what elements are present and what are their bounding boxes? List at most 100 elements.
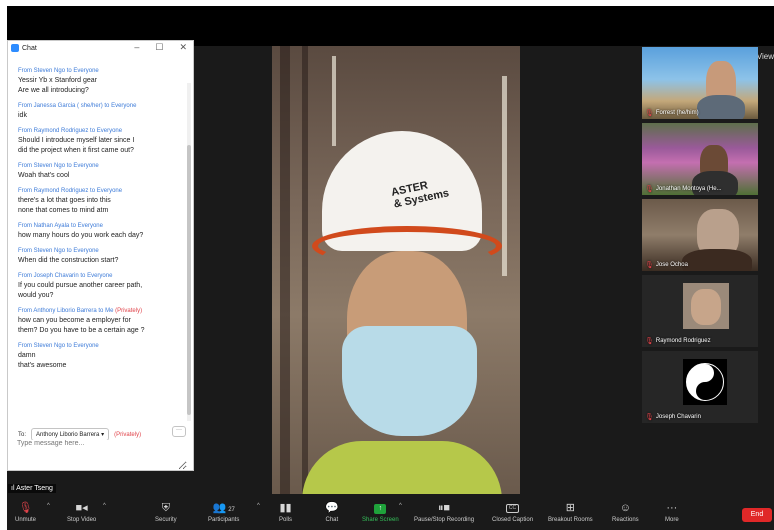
end-meeting-button[interactable]: End (742, 508, 772, 522)
recipient-name: Anthony Liborio Barrera (36, 432, 100, 438)
chat-message-header: From Steven Ngo to Everyone (18, 67, 186, 76)
message-sender: Anthony Liborio Barrera (33, 308, 97, 314)
scaffold-bar (280, 46, 290, 494)
chat-message: From Steven Ngo to Everyone When did the … (18, 247, 186, 266)
participant-tile[interactable]: 🎙 Forrest (he/him) (642, 47, 758, 119)
message-sender: Janessa Garcia ( she/her) (33, 103, 103, 109)
share-screen-label: Share Screen (362, 517, 399, 523)
message-sender: Raymond Rodriguez (33, 188, 89, 194)
chat-message-header: From Steven Ngo to Everyone (18, 162, 186, 171)
breakout-rooms-button[interactable]: ⊞ Breakout Rooms (548, 500, 593, 523)
unmute-button[interactable]: 🎙 Unmute (15, 500, 36, 523)
view-label: View (756, 52, 774, 61)
mic-muted-icon: 🎙 (645, 338, 654, 345)
participants-caret[interactable]: ^ (257, 503, 260, 509)
chat-message-text: did the project when it first came out? (18, 147, 134, 154)
minimize-icon[interactable]: – (134, 42, 139, 53)
message-recipient: Everyone (77, 223, 103, 229)
close-icon[interactable]: ✕ (179, 42, 187, 53)
reactions-button[interactable]: ☺ Reactions (612, 500, 639, 523)
message-sender: Raymond Rodriguez (33, 128, 89, 134)
message-recipient: Everyone (96, 128, 123, 134)
chat-message-header: From Anthony Liborio Barrera to Me (Priv… (18, 307, 186, 316)
privately-label: (Privately) (114, 431, 142, 438)
participant-tile[interactable]: 🎙 Raymond Rodriguez (642, 275, 758, 347)
participants-button[interactable]: 👥 27 Participants (208, 500, 239, 523)
chat-message-text: there's a lot that goes into this (18, 197, 111, 204)
chat-message-header: From Nathan Ayala to Everyone (18, 222, 186, 231)
message-recipient: Everyone (73, 248, 99, 254)
from-word: From (18, 343, 32, 349)
more-label: More (665, 517, 679, 523)
pause-recording-button[interactable]: ⏸■ Pause/Stop Recording (414, 500, 474, 523)
message-recipient: Everyone (73, 163, 99, 169)
chat-message: From Steven Ngo to Everyone damn that's aw… (18, 342, 186, 371)
from-word: From (18, 223, 32, 229)
message-sender: Steven Ngo (33, 163, 66, 169)
pause-stop-icon: ⏸■ (437, 502, 451, 514)
speaker-video: ASTER & Systems (272, 46, 520, 494)
participant-tile[interactable]: 🎙 Jonathan Montoya (He... (642, 123, 758, 195)
chat-scrollbar[interactable] (187, 83, 191, 421)
more-button[interactable]: ··· More (665, 500, 679, 523)
safety-vest (302, 441, 502, 494)
share-arrow-icon: ↑ (374, 504, 387, 514)
mic-muted-icon: 🎙 (645, 186, 654, 193)
chat-message: From Nathan Ayala to Everyone how many ho… (18, 222, 186, 241)
chat-message-header: From Janessa Garcia ( she/her) to Everyo… (18, 102, 186, 111)
to-word: to (90, 188, 96, 194)
maximize-icon[interactable]: ☐ (155, 42, 163, 53)
yin-yang-icon (686, 363, 724, 401)
chat-panel: Chat – ☐ ✕ From Steven Ngo to Everyone Ye… (7, 40, 194, 471)
to-word: to (66, 248, 72, 254)
to-label: To: (18, 431, 27, 438)
chat-message-text: Should I introduce myself later since I (18, 137, 135, 144)
chat-scroll-thumb[interactable] (187, 145, 191, 415)
unmute-label: Unmute (15, 517, 37, 523)
participant-name: 🎙 Forrest (he/him) (645, 110, 699, 117)
cc-icon: CC (506, 504, 520, 513)
smiley-icon: ☺ (619, 502, 631, 514)
participant-name: 🎙 Jose Ochoa (645, 262, 688, 269)
grid-icon: ⊞ (565, 502, 575, 514)
stop-video-button[interactable]: ■◂ Stop Video (67, 500, 96, 523)
chat-label: Chat (325, 517, 339, 523)
closed-caption-button[interactable]: CC Closed Caption (492, 500, 533, 523)
chat-message: From Raymond Rodriguez to Everyone Should… (18, 127, 186, 156)
from-word: From (18, 163, 32, 169)
window-controls: – ☐ ✕ (134, 42, 187, 53)
chat-more-button[interactable]: ··· (172, 426, 186, 437)
message-sender: Joseph Chavarin (33, 273, 79, 279)
share-options-caret[interactable]: ^ (399, 503, 402, 509)
chat-message-text: Are we all introducing? (18, 87, 89, 94)
security-button[interactable]: ⛨ Security (155, 500, 177, 523)
participant-video (682, 249, 752, 271)
chat-message-text: idk (18, 112, 27, 119)
chat-button[interactable]: 💬 Chat (325, 500, 339, 523)
audio-options-caret[interactable]: ^ (47, 503, 50, 509)
private-tag: (Privately) (115, 308, 143, 314)
chat-message-header: From Joseph Chavarin to Everyone (18, 272, 186, 281)
share-screen-button[interactable]: ↑ Share Screen (362, 500, 399, 523)
to-word: to (104, 103, 110, 109)
from-word: From (18, 68, 32, 74)
ellipsis-icon: ··· (666, 502, 678, 514)
message-recipient: Everyone (73, 343, 99, 349)
polls-button[interactable]: ▮▮ Polls (279, 500, 292, 523)
message-recipient: Everyone (87, 273, 113, 279)
video-options-caret[interactable]: ^ (103, 503, 106, 509)
chat-message-header: From Steven Ngo to Everyone (18, 342, 186, 351)
from-word: From (18, 103, 32, 109)
to-word: to (80, 273, 86, 279)
from-word: From (18, 248, 32, 254)
shield-icon: ⛨ (161, 502, 170, 514)
participant-tile[interactable]: 🎙 Joseph Chavarin (642, 351, 758, 423)
pause-recording-label: Pause/Stop Recording (414, 517, 475, 523)
chat-message-text: them? Do you have to be a certain age ? (18, 327, 145, 334)
message-sender: Nathan Ayala (33, 223, 70, 229)
chat-message: From Janessa Garcia ( she/her) to Everyo… (18, 102, 186, 121)
participant-tile[interactable]: 🎙 Jose Ochoa (642, 199, 758, 271)
breakout-rooms-label: Breakout Rooms (548, 517, 593, 523)
meeting-toolbar: 🎙 Unmute ^ ■◂ Stop Video ^ ⛨ Security 👥 2… (7, 500, 774, 530)
chat-message-input[interactable] (17, 440, 187, 470)
